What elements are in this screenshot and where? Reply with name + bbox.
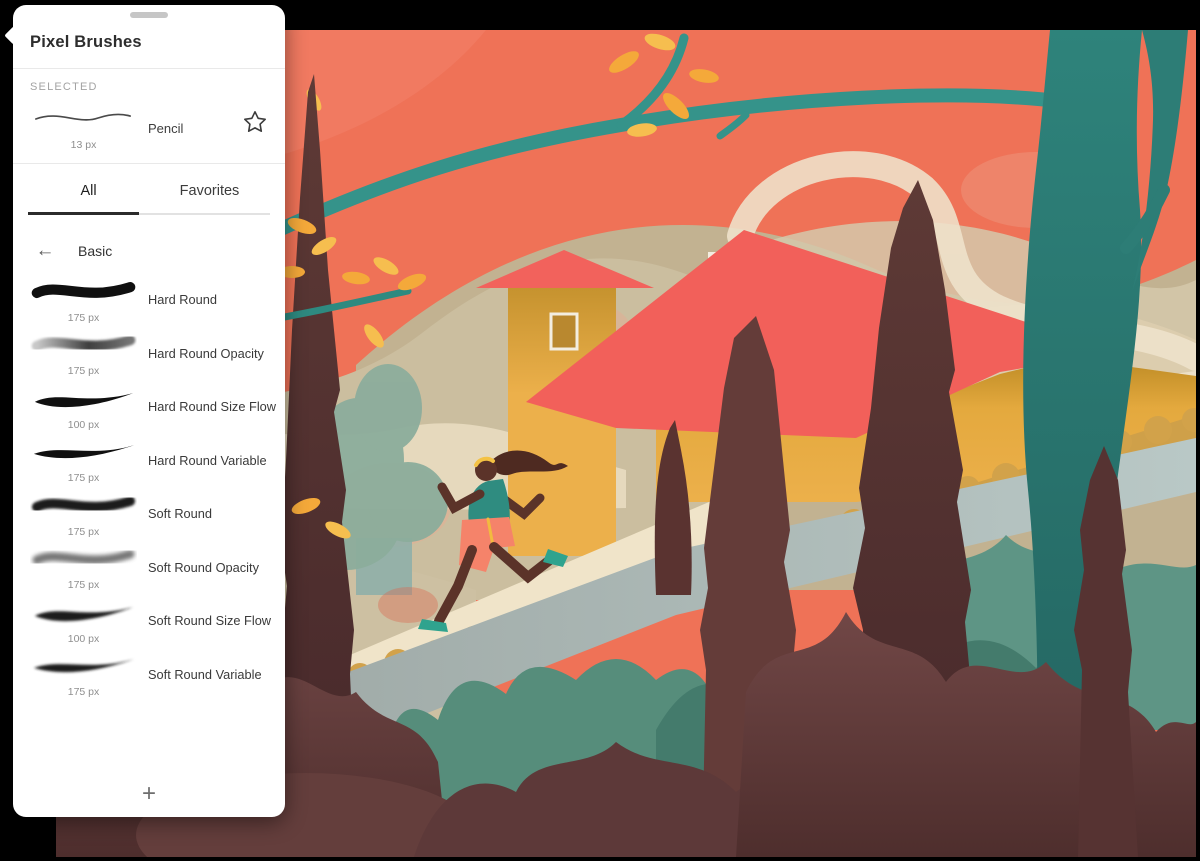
pixel-brushes-panel: Pixel Brushes SELECTED 13 px Pencil All …: [13, 5, 285, 817]
active-tab-indicator: [28, 212, 139, 215]
brush-list-item[interactable]: 175 px Hard Round: [13, 273, 285, 327]
tower-window: [551, 314, 577, 349]
app-window: Pixel Brushes SELECTED 13 px Pencil All …: [0, 0, 1200, 861]
brush-list-item[interactable]: 175 px Soft Round Opacity: [13, 541, 285, 595]
brush-name: Hard Round Size Flow: [148, 399, 276, 414]
brush-name: Hard Round: [148, 292, 217, 307]
brush-list-item[interactable]: 175 px Soft Round Variable: [13, 648, 285, 702]
brush-stroke-preview: [30, 276, 137, 306]
divider: [13, 68, 285, 69]
brush-size-label: 175 px: [30, 686, 137, 698]
brush-name: Soft Round Opacity: [148, 560, 259, 575]
brush-name: Hard Round Opacity: [148, 346, 264, 361]
brush-stroke-preview: [30, 436, 137, 466]
brush-size-label: 175 px: [30, 579, 137, 591]
back-arrow-icon[interactable]: ←: [30, 236, 60, 266]
brush-size-label: 100 px: [30, 633, 137, 645]
brush-stroke-preview: [30, 597, 137, 627]
brush-list: 175 px Hard Round 175 px Hard Round Opac…: [13, 273, 285, 701]
brush-name: Soft Round Variable: [148, 667, 262, 682]
divider: [13, 163, 285, 164]
selected-brush-name: Pencil: [148, 121, 183, 136]
brush-list-item[interactable]: 175 px Soft Round: [13, 487, 285, 541]
pencil-stroke-preview: [30, 103, 137, 133]
tab-favorites[interactable]: Favorites: [149, 168, 270, 214]
brush-size-label: 175 px: [30, 365, 137, 377]
selected-section-label: SELECTED: [30, 81, 98, 93]
category-name: Basic: [78, 243, 112, 259]
selected-brush-size: 13 px: [30, 139, 137, 151]
star-outline-icon: [242, 109, 268, 135]
brush-name: Hard Round Variable: [148, 453, 267, 468]
brush-list-item[interactable]: 100 px Soft Round Size Flow: [13, 594, 285, 648]
brush-list-item[interactable]: 175 px Hard Round Variable: [13, 434, 285, 488]
panel-title: Pixel Brushes: [30, 33, 142, 52]
brush-name: Soft Round: [148, 506, 212, 521]
brush-size-label: 175 px: [30, 526, 137, 538]
brush-stroke-preview: [30, 490, 137, 520]
brush-stroke-preview: [30, 543, 137, 573]
brush-stroke-preview: [30, 383, 137, 413]
selected-brush-row[interactable]: 13 px Pencil: [13, 97, 285, 161]
drag-handle-icon[interactable]: [130, 12, 168, 18]
category-header: ← Basic: [30, 233, 112, 269]
brush-size-label: 175 px: [30, 472, 137, 484]
brush-stroke-preview: [30, 650, 137, 680]
tab-all[interactable]: All: [28, 168, 149, 214]
add-brush-button[interactable]: +: [127, 777, 171, 811]
brush-stroke-preview: [30, 329, 137, 359]
brush-tabs: All Favorites: [28, 168, 270, 214]
favorite-star-button[interactable]: [239, 106, 271, 138]
brush-name: Soft Round Size Flow: [148, 613, 271, 628]
brush-list-item[interactable]: 100 px Hard Round Size Flow: [13, 380, 285, 434]
brush-list-item[interactable]: 175 px Hard Round Opacity: [13, 327, 285, 381]
brush-size-label: 175 px: [30, 312, 137, 324]
panel-pointer-notch: [4, 26, 22, 44]
brush-size-label: 100 px: [30, 419, 137, 431]
